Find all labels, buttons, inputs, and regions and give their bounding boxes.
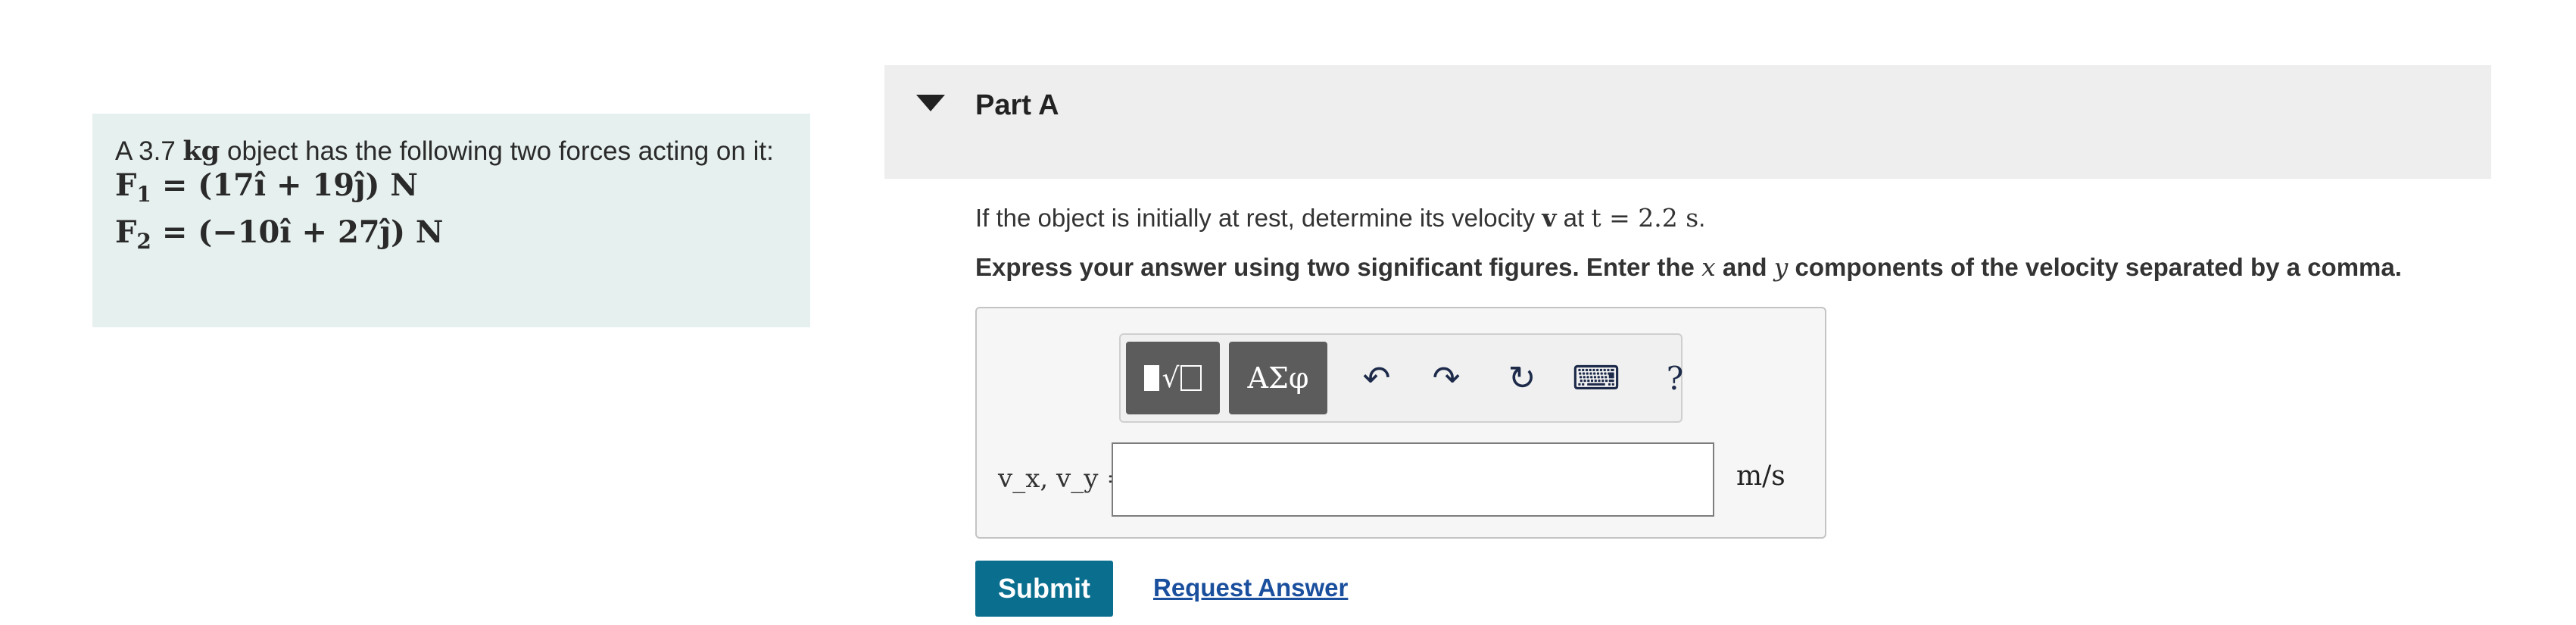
keyboard-icon[interactable]: ⌨ xyxy=(1572,350,1620,406)
force-1-symbol: F xyxy=(115,167,137,203)
instruction-part-1: Express your answer using two significan… xyxy=(975,253,1695,281)
force-1: F1 = (17î + 19ĵ) N xyxy=(115,167,787,214)
force-2: F2 = (−10î + 27ĵ) N xyxy=(115,214,787,261)
question-text: If the object is initially at rest, dete… xyxy=(975,203,1705,233)
instruction-part-2: components of the velocity separated by … xyxy=(1795,253,2402,281)
instruction-x-symbol: x xyxy=(1701,252,1716,282)
force-2-expression: = (−10î + 27ĵ) N xyxy=(161,214,444,250)
question-part-1: If the object is initially at rest, dete… xyxy=(975,204,1536,232)
force-2-symbol: F xyxy=(115,214,137,250)
problem-text-mass: A 3.7 xyxy=(115,136,176,166)
problem-mass-unit: kg xyxy=(182,136,220,167)
instruction-text: Express your answer using two significan… xyxy=(975,252,2402,282)
question-time: t = 2.2 s xyxy=(1591,203,1699,233)
submit-button[interactable]: Submit xyxy=(975,561,1113,617)
answer-input[interactable] xyxy=(1112,442,1714,517)
question-part-2: at xyxy=(1563,204,1585,232)
force-1-subscript: 1 xyxy=(136,182,151,207)
force-1-expression: = (17î + 19ĵ) N xyxy=(161,167,418,203)
problem-intro: A 3.7 kg object has the following two fo… xyxy=(115,136,781,167)
answer-label: v_x, v_y = xyxy=(998,464,1128,494)
template-block-icon xyxy=(1143,365,1159,391)
part-header xyxy=(884,65,2491,179)
radical-icon: √ xyxy=(1162,362,1180,394)
collapse-triangle-icon[interactable] xyxy=(916,95,945,111)
instruction-y-symbol: y xyxy=(1773,252,1789,282)
greek-symbols-button[interactable]: ΑΣφ xyxy=(1229,342,1327,414)
problem-text-forces: object has the following two forces acti… xyxy=(227,136,774,166)
question-period: . xyxy=(1698,204,1706,232)
undo-icon[interactable]: ↶ xyxy=(1352,350,1401,406)
problem-statement: A 3.7 kg object has the following two fo… xyxy=(92,114,810,327)
request-answer-link[interactable]: Request Answer xyxy=(1153,573,1348,602)
templates-button[interactable]: √ xyxy=(1126,342,1220,414)
help-icon[interactable]: ? xyxy=(1651,350,1699,406)
template-box-icon xyxy=(1180,365,1202,391)
reset-icon[interactable]: ↻ xyxy=(1498,350,1546,406)
redo-icon[interactable]: ↷ xyxy=(1422,350,1470,406)
answer-unit: m/s xyxy=(1736,461,1785,492)
velocity-vector-symbol: v xyxy=(1542,203,1557,233)
instruction-and: and xyxy=(1722,253,1767,281)
part-title[interactable]: Part A xyxy=(975,89,1059,122)
force-2-subscript: 2 xyxy=(136,229,151,254)
